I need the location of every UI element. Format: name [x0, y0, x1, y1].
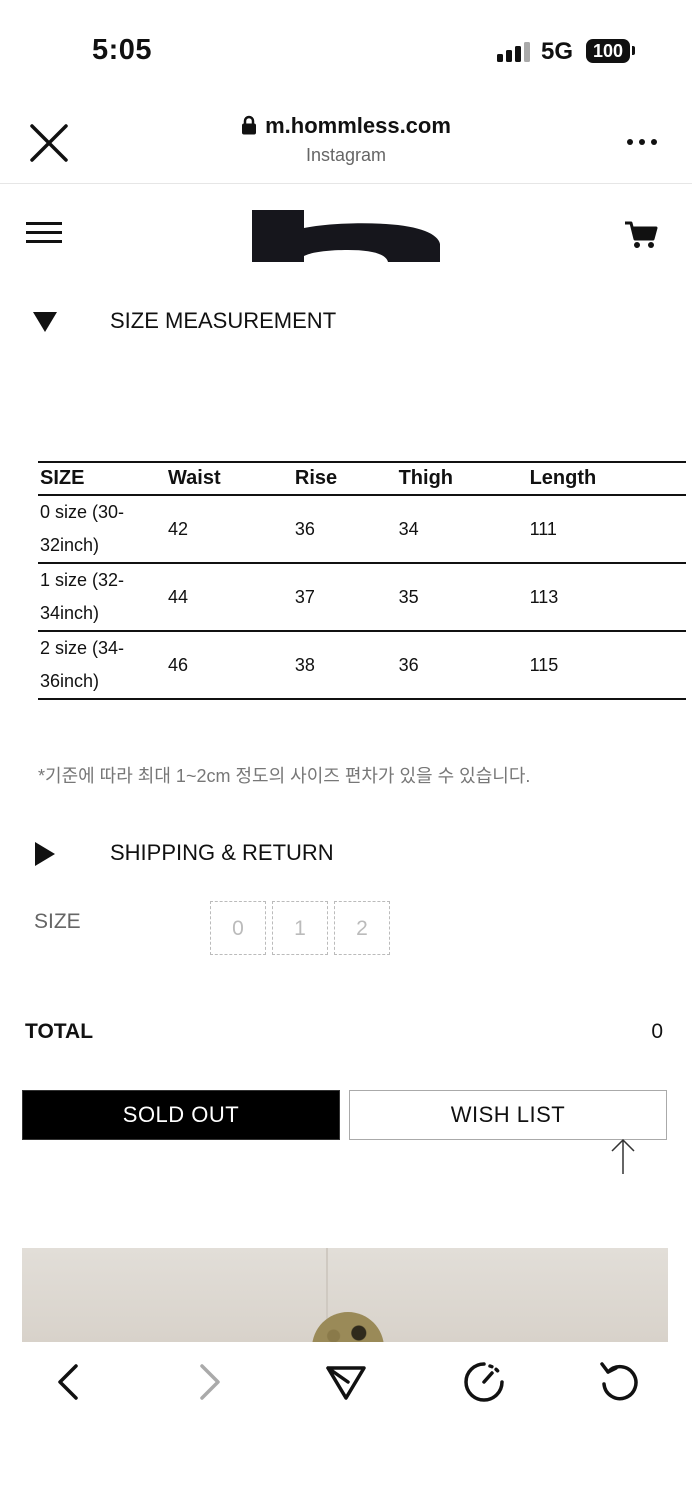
more-icon[interactable]: [626, 138, 658, 146]
size-cell: 0 size (30- 32inch): [38, 495, 166, 564]
rise-cell: 36: [292, 495, 397, 564]
size-table: SIZE Waist Rise Thigh Length 0 size (30-…: [38, 461, 686, 700]
rise-cell: 38: [292, 631, 397, 700]
total-label: TOTAL: [25, 1020, 94, 1043]
battery-icon: 100: [586, 39, 630, 63]
chevron-right-icon[interactable]: [186, 1360, 230, 1404]
wish-list-button[interactable]: WISH LIST: [349, 1090, 667, 1140]
browser-header: m.hommless.com Instagram: [0, 100, 692, 184]
status-time: 5:05: [92, 34, 153, 66]
triangle-right-icon: [35, 842, 55, 866]
length-cell: 115: [527, 631, 686, 700]
column-header: Thigh: [396, 461, 528, 496]
size-measurement-title: SIZE MEASUREMENT: [110, 308, 337, 333]
total-value: 0: [651, 1020, 663, 1043]
table-header-row: SIZE Waist Rise Thigh Length: [38, 461, 686, 496]
waist-cell: 42: [166, 495, 293, 564]
url-text: m.hommless.com: [265, 113, 451, 138]
table-row: 2 size (34- 36inch) 46 38 36 115: [38, 631, 686, 700]
size-option-0[interactable]: 0: [210, 901, 266, 955]
share-icon[interactable]: [324, 1360, 368, 1404]
column-header: SIZE: [38, 461, 166, 496]
thigh-cell: 35: [396, 563, 528, 632]
url-bar[interactable]: m.hommless.com: [0, 113, 692, 139]
scroll-top-icon[interactable]: [610, 1138, 636, 1176]
size-note: *기준에 따라 최대 1~2cm 정도의 사이즈 편차가 있을 수 있습니다.: [38, 766, 531, 786]
size-cell: 2 size (34- 36inch): [38, 631, 166, 700]
triangle-down-icon: [33, 312, 57, 332]
size-label: SIZE: [34, 910, 81, 933]
length-cell: 111: [527, 495, 686, 564]
waist-cell: 44: [166, 563, 293, 632]
shipping-return-title: SHIPPING & RETURN: [110, 840, 334, 865]
photo-model-hat: [312, 1312, 384, 1342]
column-header: Waist: [166, 461, 293, 496]
battery-tip: [632, 46, 635, 55]
rise-cell: 37: [292, 563, 397, 632]
network-label: 5G: [541, 38, 574, 65]
waist-cell: 46: [166, 631, 293, 700]
browser-toolbar: [0, 1342, 692, 1500]
length-cell: 113: [527, 563, 686, 632]
product-photo: [22, 1248, 668, 1342]
size-option-1[interactable]: 1: [272, 901, 328, 955]
shipping-return-header[interactable]: SHIPPING & RETURN: [0, 840, 692, 870]
table-row: 1 size (32- 34inch) 44 37 35 113: [38, 563, 686, 632]
size-option-2[interactable]: 2: [334, 901, 390, 955]
size-measurement-header[interactable]: SIZE MEASUREMENT: [0, 308, 692, 338]
column-header: Length: [527, 461, 686, 496]
size-cell: 1 size (32- 34inch): [38, 563, 166, 632]
signal-icon: [497, 42, 533, 62]
hamburger-icon[interactable]: [26, 220, 62, 246]
speed-icon[interactable]: [462, 1360, 506, 1404]
hommless-logo[interactable]: [252, 210, 440, 262]
refresh-icon[interactable]: [598, 1360, 642, 1404]
url-source: Instagram: [305, 145, 387, 165]
table-row: 0 size (30- 32inch) 42 36 34 111: [38, 495, 686, 564]
status-bar: 5:05 5G 100: [0, 0, 692, 100]
lock-icon: [242, 115, 257, 135]
sold-out-button[interactable]: SOLD OUT: [22, 1090, 340, 1140]
thigh-cell: 36: [396, 631, 528, 700]
chevron-left-icon[interactable]: [48, 1360, 92, 1404]
thigh-cell: 34: [396, 495, 528, 564]
column-header: Rise: [292, 461, 397, 496]
cart-icon[interactable]: [624, 220, 658, 250]
